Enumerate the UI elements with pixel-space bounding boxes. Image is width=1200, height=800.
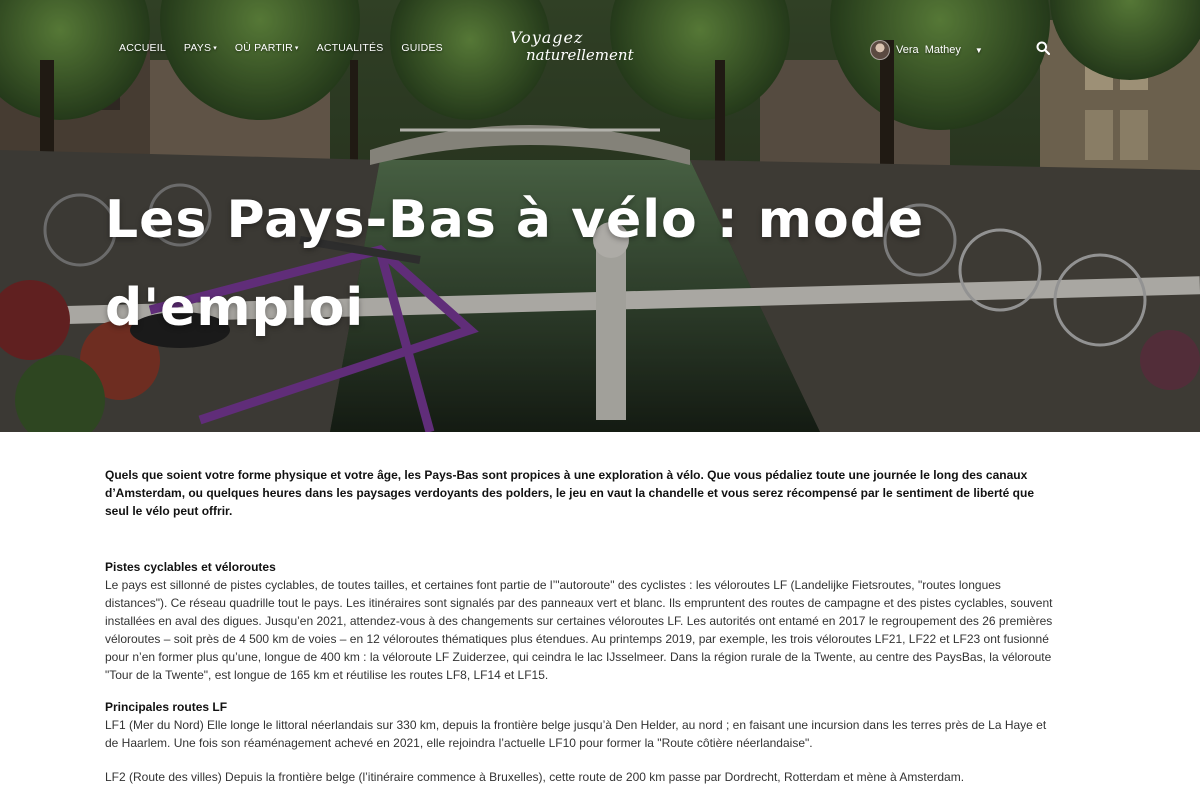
section-pistes-cyclables: Pistes cyclables et véloroutes Le pays e…: [105, 558, 1060, 684]
section-paragraph: LF2 (Route des villes) Depuis la frontiè…: [105, 770, 965, 784]
nav-item-label: ACTUALITÉS: [316, 42, 384, 54]
nav-item-ou-partir[interactable]: OÙ PARTIR ▾: [235, 42, 299, 54]
search-icon[interactable]: [1036, 41, 1050, 55]
article-body: Quels que soient votre forme physique et…: [105, 466, 1060, 786]
caret-down-icon: ▾: [213, 45, 217, 52]
hero-banner: ACCUEIL PAYS ▾ OÙ PARTIR ▾ ACTUALITÉS GUID…: [0, 0, 1200, 432]
nav-item-label: GUIDES: [401, 42, 443, 54]
user-menu[interactable]: Vera Mathey ▼: [870, 40, 983, 60]
nav-item-pays[interactable]: PAYS ▾: [184, 42, 217, 54]
article-lead: Quels que soient votre forme physique et…: [105, 468, 1034, 518]
section-heading: Principales routes LF: [105, 700, 228, 714]
top-navigation: ACCUEIL PAYS ▾ OÙ PARTIR ▾ ACTUALITÉS GUID…: [0, 0, 1200, 96]
section-paragraph: Le pays est sillonné de pistes cyclables…: [105, 578, 1053, 682]
nav-item-actualites[interactable]: ACTUALITÉS: [317, 42, 384, 54]
logo-text-line1: Voyagez: [510, 28, 584, 47]
page-title: Les Pays-Bas à vélo : mode d'emploi: [105, 190, 925, 338]
logo-text-line2: naturellement: [526, 46, 634, 64]
section-principales-routes: Principales routes LF LF1 (Mer du Nord) …: [105, 698, 1060, 786]
nav-item-label: OÙ PARTIR: [234, 42, 293, 54]
site-logo[interactable]: Voyagez naturellement: [508, 28, 648, 72]
nav-item-guides[interactable]: GUIDES: [401, 42, 442, 54]
nav-item-accueil[interactable]: ACCUEIL: [119, 42, 166, 54]
caret-down-icon: ▾: [294, 45, 299, 52]
avatar: [870, 40, 890, 60]
section-heading: Pistes cyclables et véloroutes: [105, 560, 276, 574]
chevron-down-icon: ▼: [974, 45, 983, 55]
nav-item-label: PAYS: [183, 42, 212, 54]
main-menu: ACCUEIL PAYS ▾ OÙ PARTIR ▾ ACTUALITÉS GUID…: [119, 42, 461, 54]
nav-item-label: ACCUEIL: [119, 42, 166, 54]
section-paragraph: LF1 (Mer du Nord) Elle longe le littoral…: [105, 718, 1047, 750]
user-name: Vera Mathey: [896, 44, 961, 56]
